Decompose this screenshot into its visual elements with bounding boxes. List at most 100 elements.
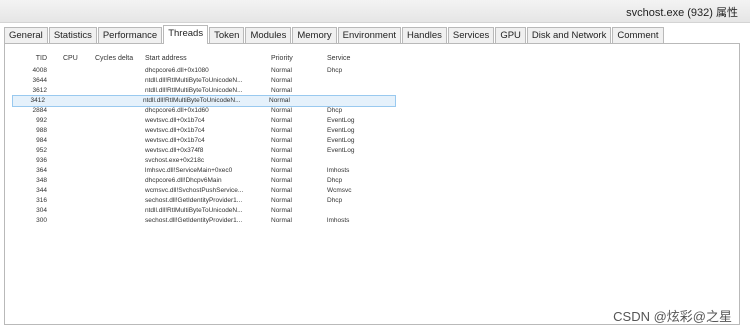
- column-header-cycles-delta[interactable]: Cycles delta: [95, 52, 143, 66]
- tab-strip: General Statistics Performance Threads Token…: [4, 25, 665, 44]
- cell-address: wevtsvc.dll+0x1b7c4: [145, 137, 205, 144]
- tab-environment[interactable]: Environment: [337, 27, 402, 44]
- cell-priority: Normal: [271, 147, 292, 154]
- cell-tid: 3644: [32, 77, 47, 84]
- cell-service: Dhcp: [327, 197, 343, 204]
- cell-tid: 300: [36, 217, 47, 224]
- table-row[interactable]: 4008 dhcpcore6.dll+0x1080 Normal Dhcp: [15, 66, 735, 76]
- cell-address: wcmsvc.dll!SvchostPushService...: [145, 187, 244, 194]
- cell-service: lmhosts: [327, 167, 350, 174]
- table-row[interactable]: 316 sechost.dll!GetIdentityProvider1... No…: [15, 196, 735, 206]
- cell-address: wevtsvc.dll+0x374f8: [145, 147, 204, 154]
- column-header-priority[interactable]: Priority: [271, 52, 321, 66]
- cell-priority: Normal: [271, 67, 292, 74]
- cell-service: EventLog: [327, 137, 355, 144]
- tab-disk-and-network[interactable]: Disk and Network: [526, 27, 612, 44]
- tab-gpu[interactable]: GPU: [495, 27, 526, 44]
- table-row[interactable]: 3412 ntdll.dll!RtlMultiByteToUnicodeN... N…: [12, 95, 396, 107]
- cell-address: wevtsvc.dll+0x1b7c4: [145, 127, 205, 134]
- cell-priority: Normal: [271, 127, 292, 134]
- cell-priority: Normal: [271, 197, 292, 204]
- cell-tid: 3412: [30, 97, 45, 104]
- cell-tid: 984: [36, 137, 47, 144]
- tab-memory[interactable]: Memory: [292, 27, 337, 44]
- tab-comment[interactable]: Comment: [612, 27, 664, 44]
- cell-priority: Normal: [271, 117, 292, 124]
- cell-tid: 2884: [32, 107, 47, 114]
- cell-priority: Normal: [271, 77, 292, 84]
- cell-priority: Normal: [271, 87, 292, 94]
- cell-priority: Normal: [271, 217, 292, 224]
- cell-tid: 936: [36, 157, 47, 164]
- cell-tid: 988: [36, 127, 47, 134]
- tab-statistics[interactable]: Statistics: [48, 27, 97, 44]
- column-header-service[interactable]: Service: [327, 52, 387, 66]
- cell-priority: Normal: [271, 167, 292, 174]
- tab-token[interactable]: Token: [209, 27, 245, 44]
- cell-tid: 992: [36, 117, 47, 124]
- table-row[interactable]: 936 svchost.exe+0x218c Normal: [15, 156, 735, 166]
- threads-panel: TID CPU Cycles delta Start address Prior…: [4, 43, 740, 325]
- tab-general[interactable]: General: [4, 27, 48, 44]
- tab-services[interactable]: Services: [447, 27, 495, 44]
- table-row[interactable]: 348 dhcpcore6.dll!Dhcpv6Main Normal Dhcp: [15, 176, 735, 186]
- watermark: CSDN @炫彩@之星: [613, 309, 732, 324]
- tab-modules[interactable]: Modules: [245, 27, 292, 44]
- cell-service: EventLog: [327, 147, 355, 154]
- cell-tid: 316: [36, 197, 47, 204]
- table-row[interactable]: 984 wevtsvc.dll+0x1b7c4 Normal EventLog: [15, 136, 735, 146]
- cell-service: Dhcp: [327, 177, 343, 184]
- column-header-start-address[interactable]: Start address: [145, 52, 263, 66]
- cell-address: ntdll.dll!RtlMultiByteToUnicodeN...: [145, 87, 243, 94]
- cell-tid: 364: [36, 167, 47, 174]
- cell-priority: Normal: [271, 177, 292, 184]
- cell-address: dhcpcore6.dll!Dhcpv6Main: [145, 177, 222, 184]
- cell-address: ntdll.dll!RtlMultiByteToUnicodeN...: [145, 77, 243, 84]
- cell-tid: 304: [36, 207, 47, 214]
- table-row[interactable]: 952 wevtsvc.dll+0x374f8 Normal EventLog: [15, 146, 735, 156]
- table-row[interactable]: 344 wcmsvc.dll!SvchostPushService... Norma…: [15, 186, 735, 196]
- cell-priority: Normal: [271, 157, 292, 164]
- list-header: TID CPU Cycles delta Start address Prior…: [15, 52, 735, 66]
- cell-service: Dhcp: [327, 107, 343, 114]
- cell-service: Dhcp: [327, 67, 343, 74]
- table-row[interactable]: 3644 ntdll.dll!RtlMultiByteToUnicodeN... N…: [15, 76, 735, 86]
- cell-priority: Normal: [269, 97, 290, 104]
- cell-tid: 3612: [32, 87, 47, 94]
- cell-address: sechost.dll!GetIdentityProvider1...: [145, 217, 243, 224]
- tab-threads[interactable]: Threads: [163, 25, 209, 44]
- cell-address: ntdll.dll!RtlMultiByteToUnicodeN...: [143, 97, 241, 104]
- cell-address: wevtsvc.dll+0x1b7c4: [145, 117, 205, 124]
- cell-tid: 952: [36, 147, 47, 154]
- tab-handles[interactable]: Handles: [402, 27, 447, 44]
- table-row[interactable]: 3612 ntdll.dll!RtlMultiByteToUnicodeN... N…: [15, 86, 735, 96]
- cell-service: EventLog: [327, 127, 355, 134]
- column-header-tid[interactable]: TID: [15, 52, 47, 66]
- cell-priority: Normal: [271, 137, 292, 144]
- cell-address: sechost.dll!GetIdentityProvider1...: [145, 197, 243, 204]
- cell-address: dhcpcore6.dll+0x1080: [145, 67, 209, 74]
- cell-tid: 348: [36, 177, 47, 184]
- cell-priority: Normal: [271, 107, 292, 114]
- table-row[interactable]: 364 lmhsvc.dll!ServiceMain+0xec0 Normal lmh…: [15, 166, 735, 176]
- cell-priority: Normal: [271, 187, 292, 194]
- cell-service: Wcmsvc: [327, 187, 352, 194]
- cell-priority: Normal: [271, 207, 292, 214]
- cell-address: ntdll.dll!RtlMultiByteToUnicodeN...: [145, 207, 243, 214]
- column-header-cpu[interactable]: CPU: [63, 52, 83, 66]
- cell-service: EventLog: [327, 117, 355, 124]
- cell-address: lmhsvc.dll!ServiceMain+0xec0: [145, 167, 233, 174]
- table-row[interactable]: 300 sechost.dll!GetIdentityProvider1... No…: [15, 216, 735, 226]
- cell-address: dhcpcore6.dll+0x1d60: [145, 107, 209, 114]
- cell-service: lmhosts: [327, 217, 350, 224]
- table-row[interactable]: 992 wevtsvc.dll+0x1b7c4 Normal EventLog: [15, 116, 735, 126]
- table-row[interactable]: 304 ntdll.dll!RtlMultiByteToUnicodeN... No…: [15, 206, 735, 216]
- table-row[interactable]: 2884 dhcpcore6.dll+0x1d60 Normal Dhcp: [15, 106, 735, 116]
- cell-address: svchost.exe+0x218c: [145, 157, 205, 164]
- table-row[interactable]: 988 wevtsvc.dll+0x1b7c4 Normal EventLog: [15, 126, 735, 136]
- window-title: svchost.exe (932) 属性: [626, 7, 738, 19]
- cell-tid: 344: [36, 187, 47, 194]
- threads-list: TID CPU Cycles delta Start address Prior…: [12, 52, 735, 226]
- tab-performance[interactable]: Performance: [97, 27, 163, 44]
- title-bar: svchost.exe (932) 属性: [0, 0, 750, 23]
